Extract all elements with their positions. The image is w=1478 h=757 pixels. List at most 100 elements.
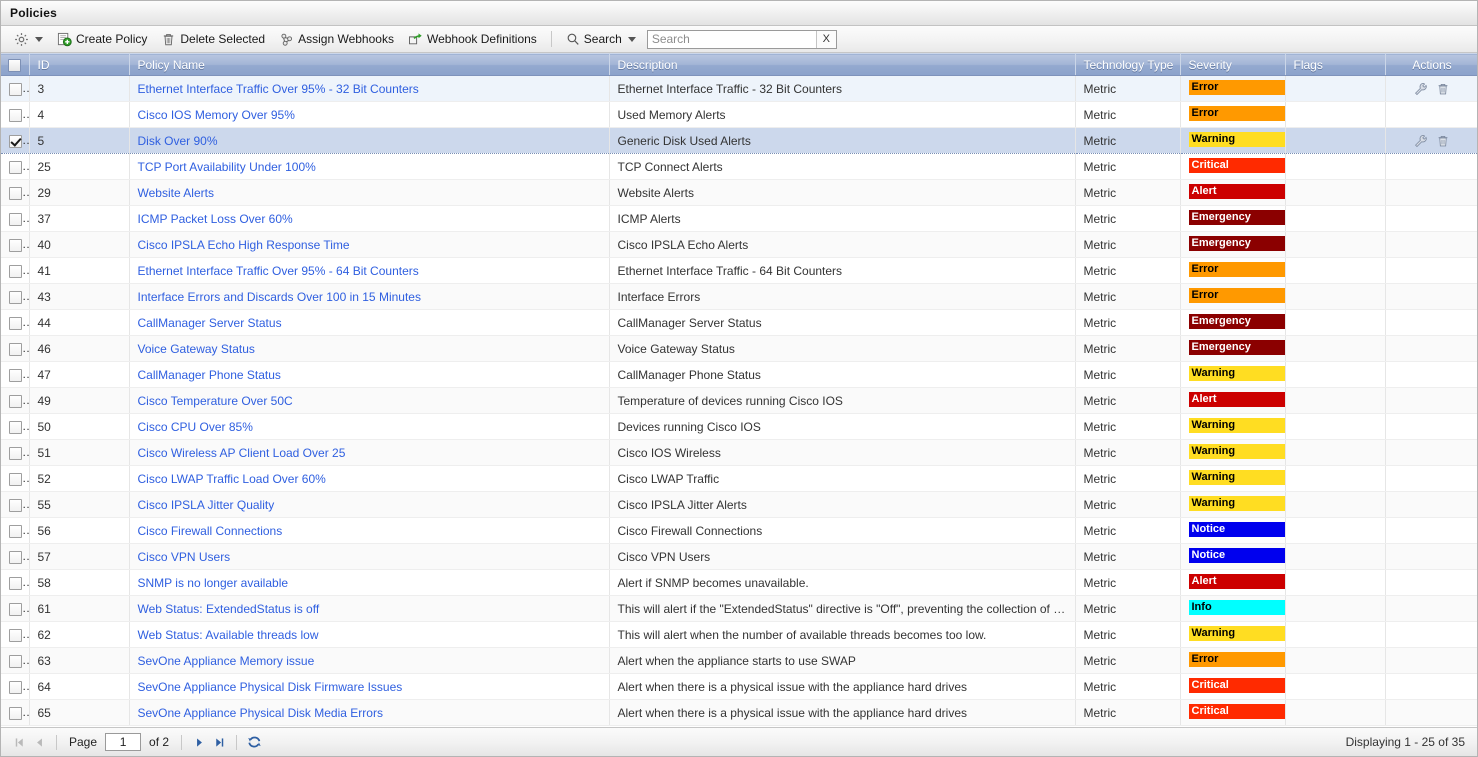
- row-checkbox[interactable]: [9, 316, 22, 330]
- policy-name-link[interactable]: SevOne Appliance Memory issue: [138, 654, 315, 668]
- column-header-technology-type[interactable]: Technology Type: [1075, 53, 1181, 76]
- cell-policy-name[interactable]: Ethernet Interface Traffic Over 95% - 64…: [129, 257, 610, 284]
- table-row[interactable]: 62 Web Status: Available threads low This …: [1, 621, 1477, 648]
- row-select-cell[interactable]: [1, 543, 30, 570]
- policy-name-link[interactable]: Cisco IPSLA Echo High Response Time: [138, 238, 350, 252]
- column-header-flags[interactable]: Flags: [1285, 53, 1386, 76]
- assign-webhooks-button[interactable]: Assign Webhooks: [272, 29, 401, 50]
- row-checkbox[interactable]: [9, 706, 22, 720]
- cell-policy-name[interactable]: Cisco Firewall Connections: [129, 517, 610, 544]
- search-menu-button[interactable]: Search: [559, 29, 643, 50]
- column-header-description[interactable]: Description: [609, 53, 1076, 76]
- cell-policy-name[interactable]: SevOne Appliance Physical Disk Media Err…: [129, 699, 610, 726]
- webhook-definitions-button[interactable]: Webhook Definitions: [401, 29, 544, 50]
- row-select-cell[interactable]: [1, 569, 30, 596]
- row-checkbox[interactable]: [9, 342, 22, 356]
- policy-name-link[interactable]: ICMP Packet Loss Over 60%: [138, 212, 293, 226]
- table-row[interactable]: 51 Cisco Wireless AP Client Load Over 25 C…: [1, 439, 1477, 466]
- table-row[interactable]: 3 Ethernet Interface Traffic Over 95% - 3…: [1, 75, 1477, 102]
- row-select-cell[interactable]: [1, 517, 30, 544]
- table-row[interactable]: 56 Cisco Firewall Connections Cisco Firewa…: [1, 517, 1477, 544]
- settings-menu-button[interactable]: [7, 29, 50, 50]
- row-checkbox[interactable]: [9, 290, 22, 304]
- row-select-cell[interactable]: [1, 361, 30, 388]
- cell-policy-name[interactable]: Cisco Temperature Over 50C: [129, 387, 610, 414]
- table-row[interactable]: 52 Cisco LWAP Traffic Load Over 60% Cisco …: [1, 465, 1477, 492]
- prev-page-button[interactable]: [29, 732, 49, 752]
- row-select-cell[interactable]: [1, 595, 30, 622]
- row-checkbox[interactable]: [9, 446, 22, 460]
- column-header-actions[interactable]: Actions: [1385, 53, 1477, 76]
- row-checkbox[interactable]: [9, 498, 22, 512]
- row-checkbox[interactable]: [9, 186, 22, 200]
- first-page-button[interactable]: [9, 732, 29, 752]
- cell-policy-name[interactable]: TCP Port Availability Under 100%: [129, 153, 610, 180]
- policy-name-link[interactable]: SevOne Appliance Physical Disk Firmware …: [138, 680, 403, 694]
- table-row[interactable]: 58 SNMP is no longer available Alert if SN…: [1, 569, 1477, 596]
- row-checkbox[interactable]: [9, 212, 22, 226]
- cell-policy-name[interactable]: Cisco IPSLA Jitter Quality: [129, 491, 610, 518]
- policy-name-link[interactable]: Disk Over 90%: [138, 134, 218, 148]
- table-row[interactable]: 55 Cisco IPSLA Jitter Quality Cisco IPSLA …: [1, 491, 1477, 518]
- table-row[interactable]: 37 ICMP Packet Loss Over 60% ICMP Alerts Me…: [1, 205, 1477, 232]
- table-row[interactable]: 49 Cisco Temperature Over 50C Temperature …: [1, 387, 1477, 414]
- table-row[interactable]: 25 TCP Port Availability Under 100% TCP Co…: [1, 153, 1477, 180]
- column-header-severity[interactable]: Severity: [1180, 53, 1286, 76]
- table-row[interactable]: 61 Web Status: ExtendedStatus is off This …: [1, 595, 1477, 622]
- cell-policy-name[interactable]: Web Status: ExtendedStatus is off: [129, 595, 610, 622]
- row-checkbox[interactable]: [9, 108, 22, 122]
- row-checkbox[interactable]: [9, 264, 22, 278]
- cell-policy-name[interactable]: SevOne Appliance Physical Disk Firmware …: [129, 673, 610, 700]
- row-select-cell[interactable]: [1, 439, 30, 466]
- row-select-cell[interactable]: [1, 205, 30, 232]
- row-checkbox[interactable]: [9, 420, 22, 434]
- cell-policy-name[interactable]: Cisco IPSLA Echo High Response Time: [129, 231, 610, 258]
- row-checkbox[interactable]: [9, 550, 22, 564]
- policy-name-link[interactable]: Web Status: ExtendedStatus is off: [138, 602, 320, 616]
- edit-policy-icon[interactable]: [1414, 134, 1428, 148]
- policy-name-link[interactable]: Ethernet Interface Traffic Over 95% - 32…: [138, 82, 419, 96]
- row-select-cell[interactable]: [1, 283, 30, 310]
- row-checkbox[interactable]: [9, 524, 22, 538]
- cell-policy-name[interactable]: Cisco CPU Over 85%: [129, 413, 610, 440]
- table-row[interactable]: 4 Cisco IOS Memory Over 95% Used Memory Al…: [1, 101, 1477, 128]
- table-row[interactable]: 47 CallManager Phone Status CallManager Ph…: [1, 361, 1477, 388]
- table-row[interactable]: 29 Website Alerts Website Alerts Metric Aler…: [1, 179, 1477, 206]
- cell-policy-name[interactable]: CallManager Phone Status: [129, 361, 610, 388]
- policy-name-link[interactable]: Website Alerts: [138, 186, 214, 200]
- column-header-id[interactable]: ID: [29, 53, 130, 76]
- cell-policy-name[interactable]: Ethernet Interface Traffic Over 95% - 32…: [129, 75, 610, 102]
- delete-policy-icon[interactable]: [1436, 134, 1450, 148]
- row-select-cell[interactable]: [1, 647, 30, 674]
- table-row[interactable]: 40 Cisco IPSLA Echo High Response Time Cis…: [1, 231, 1477, 258]
- column-header-policy-name[interactable]: Policy Name: [129, 53, 610, 76]
- policy-name-link[interactable]: Ethernet Interface Traffic Over 95% - 64…: [138, 264, 419, 278]
- policy-name-link[interactable]: Voice Gateway Status: [138, 342, 255, 356]
- policy-name-link[interactable]: Cisco VPN Users: [138, 550, 231, 564]
- policy-name-link[interactable]: SNMP is no longer available: [138, 576, 289, 590]
- cell-policy-name[interactable]: Website Alerts: [129, 179, 610, 206]
- row-checkbox[interactable]: [9, 82, 22, 96]
- refresh-button[interactable]: [244, 732, 264, 752]
- column-header-select-all[interactable]: [1, 53, 30, 76]
- row-select-cell[interactable]: [1, 465, 30, 492]
- search-box[interactable]: X: [646, 29, 837, 49]
- row-checkbox[interactable]: [9, 654, 22, 668]
- table-row[interactable]: 63 SevOne Appliance Memory issue Alert whe…: [1, 647, 1477, 674]
- row-select-cell[interactable]: [1, 621, 30, 648]
- row-select-cell[interactable]: [1, 673, 30, 700]
- policy-name-link[interactable]: Cisco LWAP Traffic Load Over 60%: [138, 472, 326, 486]
- row-select-cell[interactable]: [1, 75, 30, 102]
- cell-policy-name[interactable]: Interface Errors and Discards Over 100 i…: [129, 283, 610, 310]
- row-checkbox[interactable]: [9, 602, 22, 616]
- delete-selected-button[interactable]: Delete Selected: [154, 29, 272, 50]
- row-select-cell[interactable]: [1, 491, 30, 518]
- row-select-cell[interactable]: [1, 413, 30, 440]
- row-select-cell[interactable]: [1, 153, 30, 180]
- page-input[interactable]: [105, 733, 142, 751]
- table-row[interactable]: 50 Cisco CPU Over 85% Devices running Cisc…: [1, 413, 1477, 440]
- row-select-cell[interactable]: [1, 699, 30, 726]
- policy-name-link[interactable]: SevOne Appliance Physical Disk Media Err…: [138, 706, 383, 720]
- policy-name-link[interactable]: CallManager Phone Status: [138, 368, 281, 382]
- last-page-button[interactable]: [209, 732, 229, 752]
